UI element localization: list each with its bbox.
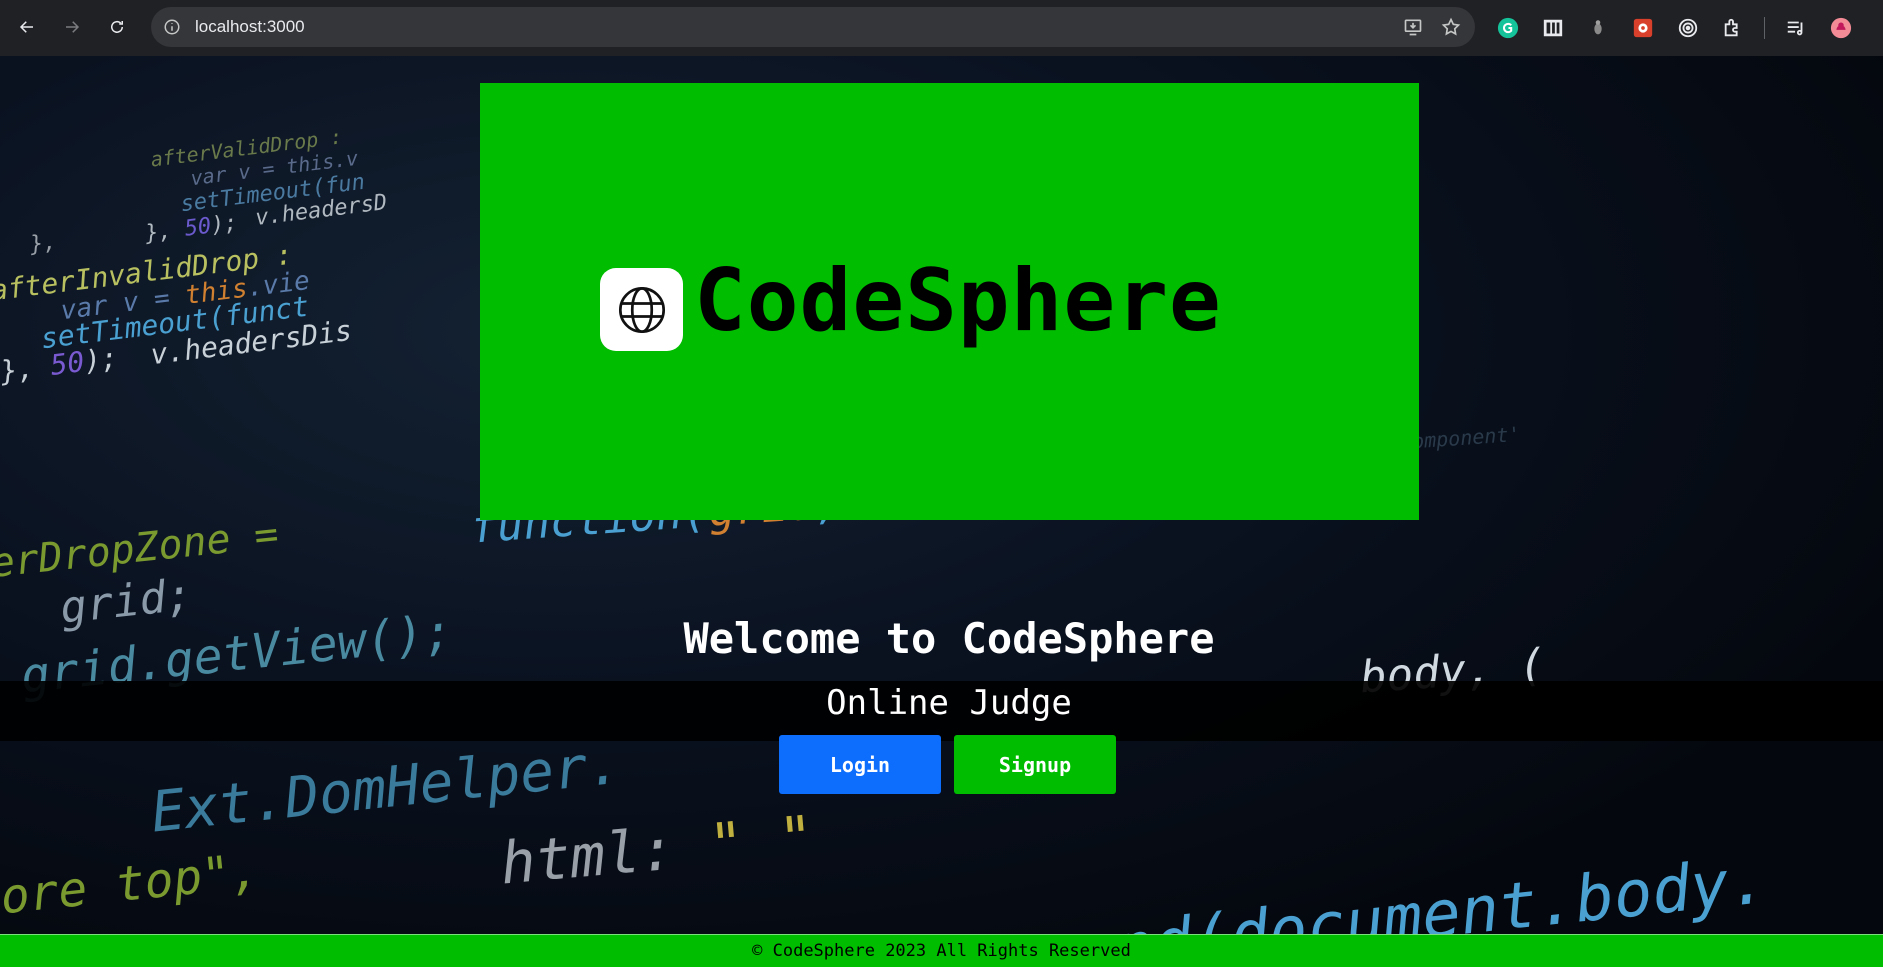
signup-button[interactable]: Signup xyxy=(954,735,1116,794)
back-button[interactable] xyxy=(7,7,47,47)
extensions-menu-button[interactable] xyxy=(1719,14,1747,42)
extensions-bar xyxy=(1494,0,1855,56)
extension-button[interactable] xyxy=(1629,14,1657,42)
copyright-text: © CodeSphere 2023 All Rights Reserved xyxy=(752,941,1131,961)
browser-toolbar: localhost:3000 xyxy=(0,0,1883,56)
extension-icon xyxy=(1594,20,1602,35)
logo-text: CodeSphere xyxy=(694,251,1222,351)
extension-icon xyxy=(1678,18,1698,38)
grammarly-extension[interactable] xyxy=(1494,14,1522,42)
url-text[interactable]: localhost:3000 xyxy=(195,17,305,37)
forward-arrow-icon xyxy=(66,21,80,33)
address-bar[interactable]: localhost:3000 xyxy=(151,7,1475,47)
extension-button[interactable] xyxy=(1674,14,1702,42)
reader-extension[interactable] xyxy=(1539,14,1567,42)
logo-badge xyxy=(600,268,683,351)
extension-button[interactable] xyxy=(1584,14,1612,42)
install-app-icon[interactable] xyxy=(1403,17,1423,37)
media-control-icon xyxy=(1787,21,1803,36)
profile-avatar xyxy=(1830,17,1852,39)
puzzle-extensions-icon xyxy=(1724,18,1738,37)
forward-button[interactable] xyxy=(52,7,92,47)
reload-button[interactable] xyxy=(97,7,137,47)
reader-icon xyxy=(1543,19,1563,37)
site-info-icon[interactable] xyxy=(163,18,181,36)
welcome-heading: Welcome to CodeSphere xyxy=(683,614,1215,663)
grammarly-icon xyxy=(1497,17,1519,39)
back-arrow-icon xyxy=(19,21,33,33)
media-control-button[interactable] xyxy=(1782,14,1810,42)
extension-icon xyxy=(1633,18,1653,38)
footer: © CodeSphere 2023 All Rights Reserved xyxy=(0,934,1883,967)
star-icon[interactable] xyxy=(1441,17,1461,37)
reload-icon xyxy=(111,20,123,33)
subtitle: Online Judge xyxy=(826,683,1072,723)
toolbar-separator xyxy=(1764,17,1765,39)
hero-banner: CodeSphere xyxy=(480,83,1419,520)
login-button[interactable]: Login xyxy=(779,735,941,794)
profile-button[interactable] xyxy=(1827,14,1855,42)
page-viewport: afterValidDrop : var v = this.v setTimeo… xyxy=(0,56,1883,967)
globe-icon xyxy=(618,286,665,333)
